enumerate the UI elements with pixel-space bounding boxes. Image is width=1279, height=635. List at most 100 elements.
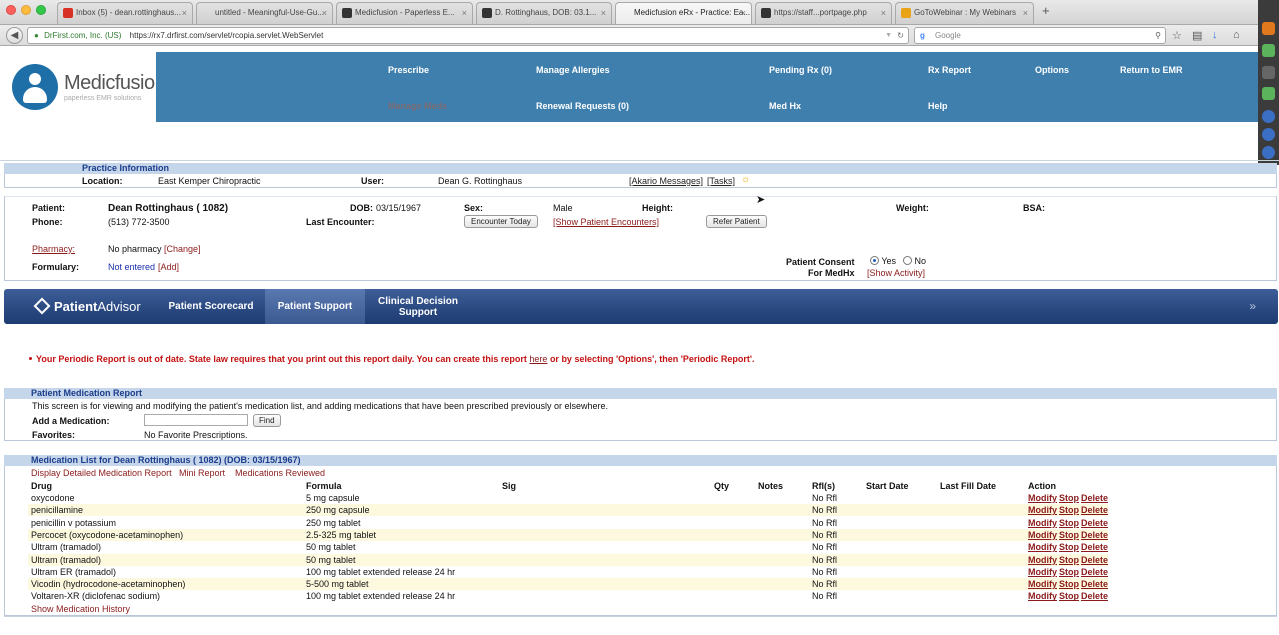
close-tab-icon[interactable]: × (462, 3, 467, 23)
delete-link[interactable]: Delete (1081, 504, 1108, 516)
show-activity-link[interactable]: [Show Activity] (867, 268, 925, 278)
browser-tab[interactable]: https://staff...portpage.php × (755, 2, 892, 24)
delete-link[interactable]: Delete (1081, 578, 1108, 590)
tab-clinical-decision-support[interactable]: Clinical Decision Support (367, 289, 469, 324)
screen-icon[interactable] (1262, 87, 1275, 100)
tab-patient-scorecard[interactable]: Patient Scorecard (159, 289, 263, 324)
stack-icon[interactable] (1262, 22, 1275, 35)
tab-patient-support[interactable]: Patient Support (265, 289, 365, 324)
delete-link[interactable]: Delete (1081, 517, 1108, 529)
close-window-button[interactable] (6, 5, 16, 15)
delete-link[interactable]: Delete (1081, 529, 1108, 541)
close-tab-icon[interactable]: × (1023, 3, 1028, 23)
minimize-window-button[interactable] (21, 5, 31, 15)
menu-manage-meds[interactable]: Manage Meds (388, 101, 447, 111)
menu-help[interactable]: Help (928, 101, 948, 111)
akario-messages-link[interactable]: [Akario Messages] (629, 176, 703, 186)
camera-icon[interactable] (1262, 66, 1275, 79)
medication-rfl: No Rfl (812, 529, 838, 540)
delete-link[interactable]: Delete (1081, 554, 1108, 566)
column-refills: Rfl(s) (812, 481, 835, 491)
delete-link[interactable]: Delete (1081, 566, 1108, 578)
close-tab-icon[interactable]: × (881, 3, 886, 23)
delete-link[interactable]: Delete (1081, 492, 1108, 504)
menu-med-hx[interactable]: Med Hx (769, 101, 801, 111)
browser-tab[interactable]: GoToWebinar : My Webinars × (895, 2, 1034, 24)
tab-favicon-icon (761, 8, 771, 18)
menu-pending-rx[interactable]: Pending Rx (0) (769, 65, 832, 75)
add-medication-input[interactable] (144, 414, 248, 426)
reload-icon[interactable]: ↻ (897, 28, 904, 43)
detailed-report-link[interactable]: Display Detailed Medication Report (31, 468, 172, 478)
stop-link[interactable]: Stop (1059, 590, 1079, 602)
refer-patient-button[interactable]: Refer Patient (706, 215, 767, 228)
modify-link[interactable]: Modify (1028, 578, 1057, 590)
bookmark-star-icon[interactable]: ☆ (1172, 29, 1182, 42)
modify-link[interactable]: Modify (1028, 517, 1057, 529)
pharmacy-change-link[interactable]: [Change] (164, 244, 201, 254)
menu-prescribe[interactable]: Prescribe (388, 65, 429, 75)
browser-tab[interactable]: Inbox (5) - dean.rottinghaus... × (57, 2, 193, 24)
address-bar[interactable]: ● DrFirst.com, Inc. (US) https://rx7.drf… (27, 27, 909, 44)
modify-link[interactable]: Modify (1028, 566, 1057, 578)
stop-link[interactable]: Stop (1059, 554, 1079, 566)
stop-link[interactable]: Stop (1059, 492, 1079, 504)
menu-renewal-requests[interactable]: Renewal Requests (0) (536, 101, 629, 111)
zoom-window-button[interactable] (36, 5, 46, 15)
medicfusion-logo[interactable]: Medicfusion paperless EMR solutions (8, 62, 166, 118)
close-tab-icon[interactable]: × (741, 3, 746, 23)
stop-link[interactable]: Stop (1059, 566, 1079, 578)
back-button[interactable]: ◀ (6, 27, 23, 44)
modify-link[interactable]: Modify (1028, 492, 1057, 504)
stop-link[interactable]: Stop (1059, 504, 1079, 516)
modify-link[interactable]: Modify (1028, 529, 1057, 541)
bookmarks-icon[interactable]: ▤ (1192, 29, 1202, 42)
browser-tab-bar: Inbox (5) - dean.rottinghaus... × untitled… (0, 0, 1279, 25)
tasks-link[interactable]: [Tasks] (707, 176, 735, 186)
browser-tab[interactable]: Medicfusion - Paperless E... × (336, 2, 473, 24)
modify-link[interactable]: Modify (1028, 554, 1057, 566)
expand-arrows-icon[interactable]: » (1249, 299, 1256, 313)
delete-link[interactable]: Delete (1081, 590, 1108, 602)
consent-no-radio[interactable]: No (903, 256, 926, 266)
search-input[interactable]: g Google ⚲ (914, 27, 1166, 44)
home-icon[interactable]: ⌂ (1233, 29, 1240, 41)
delete-link[interactable]: Delete (1081, 541, 1108, 553)
alert-here-link[interactable]: here (529, 354, 547, 364)
new-tab-button[interactable]: + (1042, 3, 1050, 18)
medications-reviewed-link[interactable]: Medications Reviewed (235, 468, 325, 478)
stop-link[interactable]: Stop (1059, 517, 1079, 529)
stop-link[interactable]: Stop (1059, 529, 1079, 541)
find-button[interactable]: Find (253, 414, 281, 427)
stop-link[interactable]: Stop (1059, 578, 1079, 590)
modify-link[interactable]: Modify (1028, 541, 1057, 553)
stop-link[interactable]: Stop (1059, 541, 1079, 553)
browser-tab[interactable]: untitled - Meaningful-Use-Gu... × (196, 2, 333, 24)
browser-tab[interactable]: D. Rottinghaus, DOB: 03.1... × (476, 2, 612, 24)
modify-link[interactable]: Modify (1028, 504, 1057, 516)
browser-tab[interactable]: Medicfusion eRx - Practice: Ea... × (615, 2, 752, 24)
close-tab-icon[interactable]: × (322, 3, 327, 23)
download-icon[interactable]: ↓ (1212, 29, 1218, 41)
search-icon[interactable]: ⚲ (1155, 28, 1161, 43)
show-medication-history-link[interactable]: Show Medication History (31, 604, 130, 614)
modify-link[interactable]: Modify (1028, 590, 1057, 602)
consent-yes-radio[interactable]: Yes (870, 256, 896, 266)
pause-icon[interactable] (1262, 110, 1275, 123)
close-tab-icon[interactable]: × (601, 3, 606, 23)
formulary-add-link[interactable]: [Add] (158, 262, 179, 272)
mini-report-link[interactable]: Mini Report (179, 468, 225, 478)
menu-manage-allergies[interactable]: Manage Allergies (536, 65, 610, 75)
menu-options[interactable]: Options (1035, 65, 1069, 75)
record-icon[interactable] (1262, 128, 1275, 141)
show-encounters-link[interactable]: [Show Patient Encounters] (553, 217, 659, 227)
encounter-today-button[interactable]: Encounter Today (464, 215, 538, 228)
dropdown-icon[interactable]: ▼ (885, 28, 892, 43)
url-text: https://rx7.drfirst.com/servlet/rcopia.s… (129, 31, 324, 40)
pharmacy-link[interactable]: Pharmacy: (32, 244, 75, 254)
download-arrow-icon[interactable] (1262, 44, 1275, 57)
menu-return-emr[interactable]: Return to EMR (1120, 65, 1183, 75)
close-tab-icon[interactable]: × (182, 3, 187, 23)
swap-icon[interactable] (1262, 146, 1275, 159)
menu-rx-report[interactable]: Rx Report (928, 65, 971, 75)
